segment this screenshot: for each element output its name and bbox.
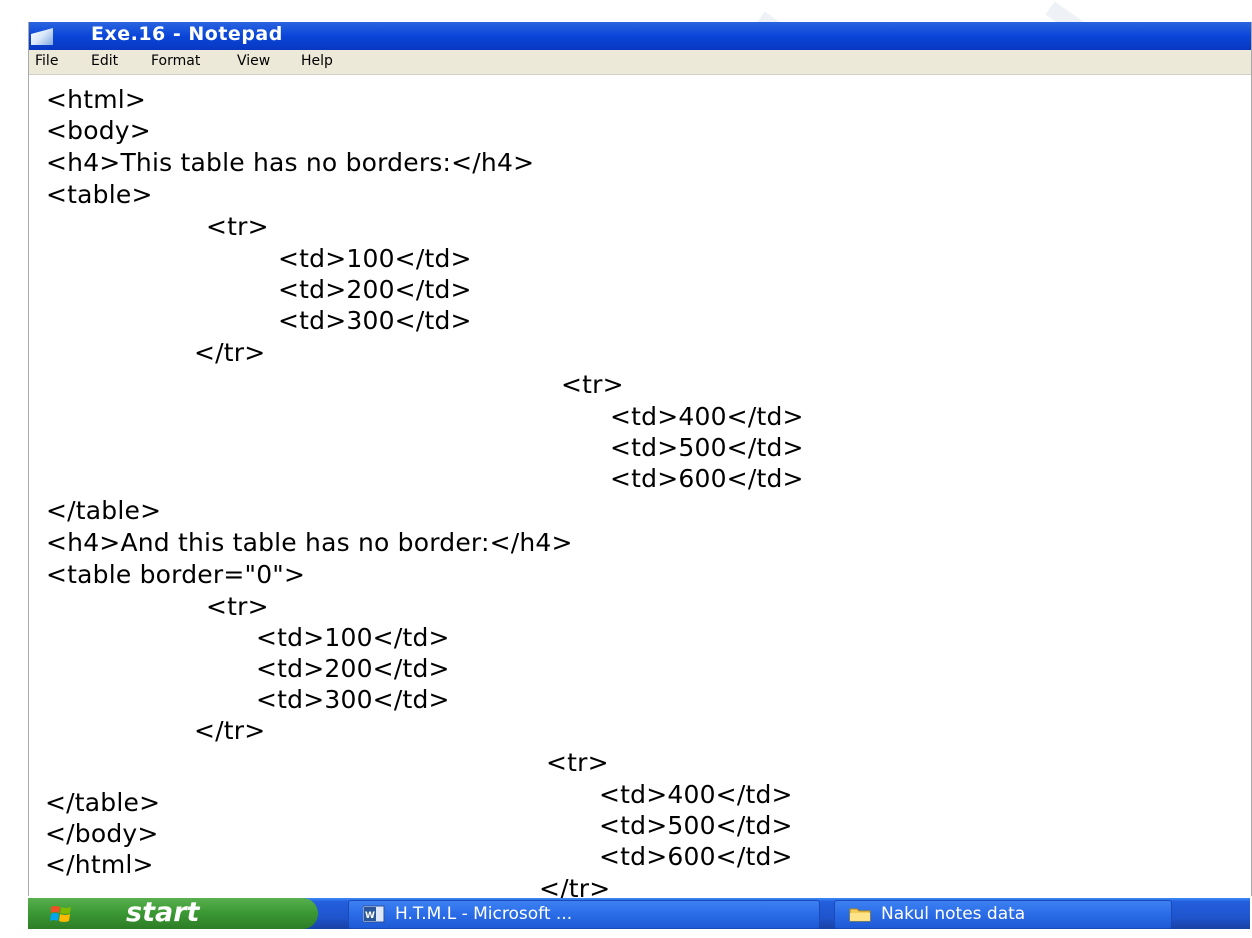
code-line: <td>500</td> [599, 811, 793, 840]
code-line: <td>400</td> [599, 780, 793, 809]
text-editor[interactable]: <html> <body> <h4>This table has no bord… [29, 75, 1251, 903]
taskbar-item-label: Nakul notes data [881, 904, 1026, 924]
taskbar-item-word[interactable]: W H.T.M.L - Microsoft ... [348, 900, 820, 929]
code-line: <td>300</td> [256, 685, 450, 714]
window-title: Exe.16 - Notepad [91, 23, 283, 45]
code-line: <td>400</td> [610, 402, 804, 431]
code-line: <body> [46, 116, 151, 145]
code-line: <td>300</td> [278, 306, 472, 335]
code-line: </html> [45, 850, 154, 879]
code-line: </body> [45, 819, 159, 848]
menu-file[interactable]: File [35, 53, 58, 69]
notepad-app-icon[interactable] [31, 28, 53, 45]
code-line: <html> [46, 85, 147, 114]
code-line: <td>500</td> [610, 433, 804, 462]
folder-icon [849, 908, 871, 922]
code-line: <td>200</td> [256, 654, 450, 683]
code-line: <tr> [561, 370, 624, 399]
menu-edit[interactable]: Edit [91, 53, 118, 69]
menu-help[interactable]: Help [301, 53, 333, 69]
start-label: start [126, 897, 200, 928]
code-line: <h4>And this table has no border:</h4> [46, 528, 573, 557]
code-line: <table> [46, 180, 153, 209]
code-line: <td>600</td> [610, 464, 804, 493]
code-line: </table> [45, 788, 161, 817]
code-line: <tr> [546, 748, 609, 777]
code-line: </tr> [194, 716, 266, 745]
menu-format[interactable]: Format [151, 53, 200, 69]
notepad-window: Exe.16 - Notepad File Edit Format View H… [28, 22, 1252, 903]
code-line: <tr> [206, 212, 269, 241]
code-line: <td>100</td> [256, 623, 450, 652]
svg-text:W: W [365, 911, 375, 921]
start-button[interactable]: start [28, 897, 318, 929]
taskbar: start W H.T.M.L - Microsoft ... Nakul no… [28, 897, 1250, 929]
menu-bar: File Edit Format View Help [29, 50, 1251, 75]
code-line: <h4>This table has no borders:</h4> [46, 148, 535, 177]
code-line: </tr> [194, 338, 266, 367]
taskbar-item-folder[interactable]: Nakul notes data [834, 900, 1172, 929]
word-document-icon: W [363, 905, 385, 923]
title-bar[interactable]: Exe.16 - Notepad [29, 22, 1251, 50]
code-line: </table> [46, 496, 162, 525]
code-line: <table border="0"> [46, 560, 306, 589]
windows-logo-icon [50, 906, 71, 922]
code-line: <td>600</td> [599, 842, 793, 871]
taskbar-item-label: H.T.M.L - Microsoft ... [395, 904, 573, 924]
menu-view[interactable]: View [237, 53, 270, 69]
code-line: <td>100</td> [278, 244, 472, 273]
code-line: <td>200</td> [278, 275, 472, 304]
code-line: <tr> [206, 592, 269, 621]
